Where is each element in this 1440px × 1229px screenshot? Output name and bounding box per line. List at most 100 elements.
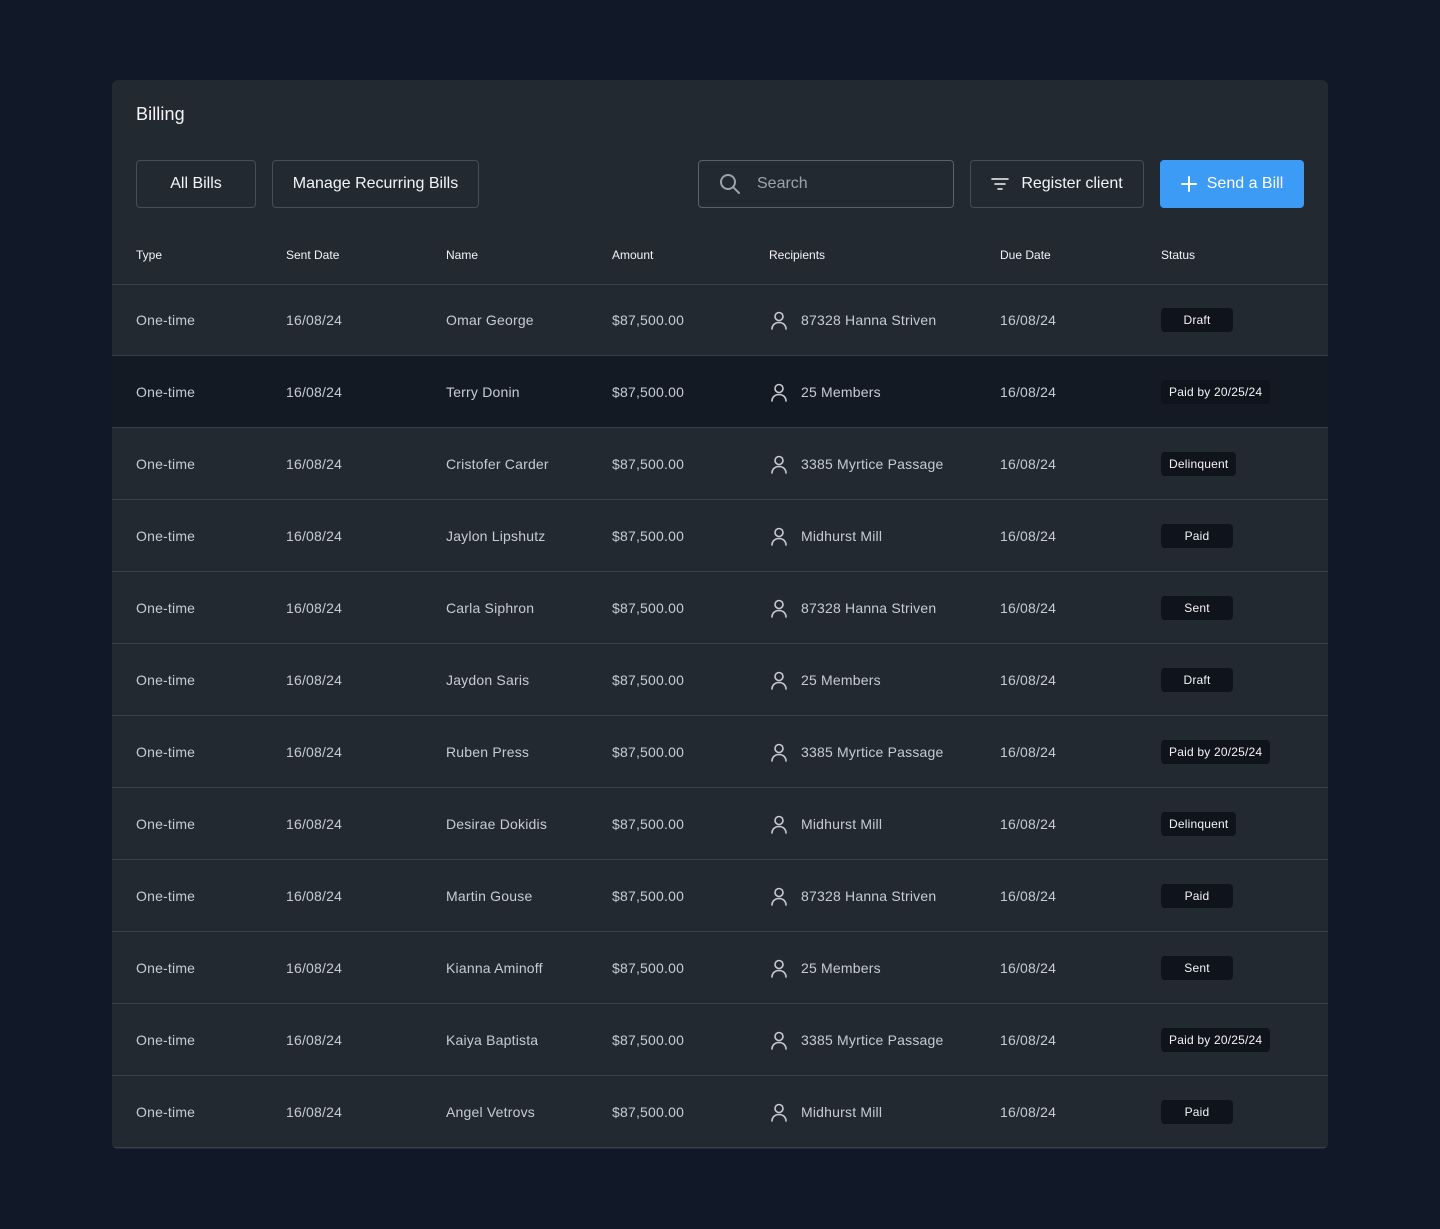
register-client-button[interactable]: Register client: [970, 160, 1144, 208]
recipients-text: Midhurst Mill: [801, 527, 883, 544]
send-bill-button[interactable]: Send a Bill: [1160, 160, 1304, 208]
page-title: Billing: [136, 104, 185, 124]
cell-sent-date: 16/08/24: [286, 671, 343, 688]
cell-type: One-time: [136, 599, 196, 616]
cell-type: One-time: [136, 383, 196, 400]
search-box[interactable]: [698, 160, 954, 208]
recipients-text: 3385 Myrtice Passage: [801, 455, 944, 472]
cell-due-date: 16/08/24: [1000, 887, 1057, 904]
recipients-text: 25 Members: [801, 383, 881, 400]
cell-type: One-time: [136, 959, 196, 976]
user-icon: [769, 958, 789, 978]
manage-recurring-bills-button[interactable]: Manage Recurring Bills: [272, 160, 479, 208]
search-input[interactable]: [755, 174, 929, 194]
cell-name: Angel Vetrovs: [446, 1103, 535, 1120]
cell-amount: $87,500.00: [612, 1103, 685, 1120]
cell-recipients: 87328 Hanna Striven: [769, 860, 936, 931]
table-row[interactable]: One-time 16/08/24 Cristofer Carder $87,5…: [112, 428, 1328, 500]
cell-recipients: 87328 Hanna Striven: [769, 284, 936, 355]
table-row[interactable]: One-time 16/08/24 Martin Gouse $87,500.0…: [112, 860, 1328, 932]
cell-due-date: 16/08/24: [1000, 743, 1057, 760]
cell-status: Paid by 20/25/24: [1161, 716, 1271, 787]
cell-status: Draft: [1161, 644, 1233, 715]
cell-due-date: 16/08/24: [1000, 959, 1057, 976]
user-icon: [769, 310, 789, 330]
cell-due-date: 16/08/24: [1000, 671, 1057, 688]
cell-recipients: 87328 Hanna Striven: [769, 572, 936, 643]
user-icon: [769, 814, 789, 834]
header-type[interactable]: Type: [136, 248, 162, 262]
cell-amount: $87,500.00: [612, 671, 685, 688]
cell-due-date: 16/08/24: [1000, 455, 1057, 472]
header-amount[interactable]: Amount: [612, 248, 653, 262]
status-badge: Sent: [1161, 595, 1233, 620]
cell-status: Draft: [1161, 284, 1233, 355]
recipients-text: 25 Members: [801, 959, 881, 976]
cell-sent-date: 16/08/24: [286, 815, 343, 832]
cell-name: Carla Siphron: [446, 599, 535, 616]
user-icon: [769, 598, 789, 618]
cell-sent-date: 16/08/24: [286, 743, 343, 760]
cell-status: Paid: [1161, 860, 1233, 931]
cell-amount: $87,500.00: [612, 599, 685, 616]
cell-recipients: Midhurst Mill: [769, 500, 882, 571]
header-name[interactable]: Name: [446, 248, 478, 262]
cell-name: Omar George: [446, 311, 534, 328]
table-row[interactable]: One-time 16/08/24 Angel Vetrovs $87,500.…: [112, 1076, 1328, 1148]
cell-type: One-time: [136, 311, 196, 328]
cell-recipients: Midhurst Mill: [769, 788, 882, 859]
header-due-date[interactable]: Due Date: [1000, 248, 1051, 262]
cell-type: One-time: [136, 815, 196, 832]
status-badge: Draft: [1161, 307, 1233, 332]
user-icon: [769, 670, 789, 690]
user-icon: [769, 1102, 789, 1122]
cell-recipients: 25 Members: [769, 932, 881, 1003]
recipients-text: 3385 Myrtice Passage: [801, 743, 944, 760]
cell-recipients: 3385 Myrtice Passage: [769, 1004, 944, 1075]
cell-status: Paid: [1161, 1076, 1233, 1147]
cell-due-date: 16/08/24: [1000, 527, 1057, 544]
status-badge: Paid: [1161, 883, 1233, 908]
cell-due-date: 16/08/24: [1000, 1103, 1057, 1120]
status-badge: Sent: [1161, 955, 1233, 980]
header-recipients[interactable]: Recipients: [769, 248, 825, 262]
filter-icon: [991, 177, 1010, 191]
cell-sent-date: 16/08/24: [286, 455, 343, 472]
status-badge: Delinquent: [1161, 451, 1237, 476]
table-row[interactable]: One-time 16/08/24 Terry Donin $87,500.00…: [112, 356, 1328, 428]
cell-amount: $87,500.00: [612, 959, 685, 976]
table-row[interactable]: One-time 16/08/24 Omar George $87,500.00…: [112, 284, 1328, 356]
table-row[interactable]: One-time 16/08/24 Desirae Dokidis $87,50…: [112, 788, 1328, 860]
table-row[interactable]: One-time 16/08/24 Ruben Press $87,500.00…: [112, 716, 1328, 788]
table-row[interactable]: One-time 16/08/24 Kianna Aminoff $87,500…: [112, 932, 1328, 1004]
cell-recipients: 3385 Myrtice Passage: [769, 716, 944, 787]
status-badge: Paid: [1161, 523, 1233, 548]
cell-name: Kianna Aminoff: [446, 959, 543, 976]
cell-status: Delinquent: [1161, 428, 1237, 499]
cell-name: Cristofer Carder: [446, 455, 549, 472]
cell-name: Desirae Dokidis: [446, 815, 548, 832]
all-bills-button[interactable]: All Bills: [136, 160, 256, 208]
cell-type: One-time: [136, 527, 196, 544]
cell-type: One-time: [136, 1103, 196, 1120]
user-icon: [769, 454, 789, 474]
cell-amount: $87,500.00: [612, 1031, 685, 1048]
table-row[interactable]: One-time 16/08/24 Carla Siphron $87,500.…: [112, 572, 1328, 644]
cell-type: One-time: [136, 887, 196, 904]
table-row[interactable]: One-time 16/08/24 Kaiya Baptista $87,500…: [112, 1004, 1328, 1076]
cell-amount: $87,500.00: [612, 383, 685, 400]
recipients-text: 87328 Hanna Striven: [801, 311, 937, 328]
cell-amount: $87,500.00: [612, 311, 685, 328]
cell-status: Sent: [1161, 572, 1233, 643]
header-sent-date[interactable]: Sent Date: [286, 248, 339, 262]
cell-status: Paid: [1161, 500, 1233, 571]
status-badge: Paid by 20/25/24: [1161, 379, 1271, 404]
cell-recipients: 25 Members: [769, 644, 881, 715]
cell-type: One-time: [136, 743, 196, 760]
header-status[interactable]: Status: [1161, 248, 1195, 262]
table-row[interactable]: One-time 16/08/24 Jaylon Lipshutz $87,50…: [112, 500, 1328, 572]
cell-name: Martin Gouse: [446, 887, 533, 904]
cell-status: Paid by 20/25/24: [1161, 356, 1271, 427]
table-row[interactable]: One-time 16/08/24 Jaydon Saris $87,500.0…: [112, 644, 1328, 716]
user-icon: [769, 742, 789, 762]
